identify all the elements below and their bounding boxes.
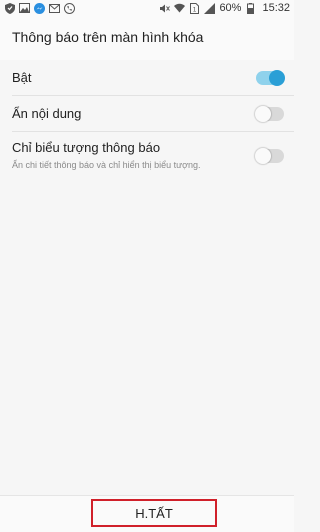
toggle-knob	[269, 70, 285, 86]
status-time: 15:32	[262, 2, 290, 14]
wifi-icon	[174, 3, 186, 14]
status-bar: 1 60% 15:32	[0, 0, 294, 16]
setting-enable[interactable]: Bật	[0, 60, 294, 96]
bottom-bar: H.TẤT	[0, 495, 294, 532]
setting-hide-content-label: Ẩn nội dung	[12, 106, 82, 121]
mail-icon	[49, 3, 60, 14]
toggle-knob	[255, 106, 271, 122]
toggle-knob	[255, 148, 271, 164]
setting-enable-label: Bật	[12, 70, 32, 85]
enable-toggle[interactable]	[256, 70, 285, 86]
setting-icons-only-description: Ẩn chi tiết thông báo và chỉ hiển thị bi…	[12, 160, 201, 170]
setting-icons-only-label: Chỉ biểu tượng thông báo	[12, 140, 161, 155]
hide-content-toggle[interactable]	[255, 106, 284, 122]
settings-list: Bật Ẩn nội dung Chỉ biểu tượng thông báo…	[0, 60, 294, 184]
setting-hide-content[interactable]: Ẩn nội dung	[0, 96, 294, 132]
status-right-icons: 1 60% 15:32	[159, 2, 290, 14]
mute-icon	[159, 3, 171, 14]
page-title: Thông báo trên màn hình khóa	[12, 29, 204, 45]
setting-icons-only[interactable]: Chỉ biểu tượng thông báo Ẩn chi tiết thô…	[0, 132, 294, 184]
done-button[interactable]: H.TẤT	[91, 499, 217, 527]
battery-percent: 60%	[219, 2, 242, 14]
lock-screen-notifications-screen: 1 60% 15:32 Thông báo trên màn hình khóa…	[0, 0, 294, 532]
title-bar: Thông báo trên màn hình khóa	[0, 16, 294, 60]
shield-icon	[4, 2, 15, 14]
icons-only-toggle[interactable]	[255, 148, 284, 164]
signal-icon	[204, 2, 216, 14]
image-icon	[19, 3, 30, 14]
phone-icon	[64, 2, 75, 14]
messenger-icon	[34, 2, 45, 14]
battery-icon	[245, 2, 256, 14]
status-left-icons	[4, 2, 75, 14]
svg-text:1: 1	[193, 6, 197, 13]
sim-icon: 1	[189, 2, 200, 14]
